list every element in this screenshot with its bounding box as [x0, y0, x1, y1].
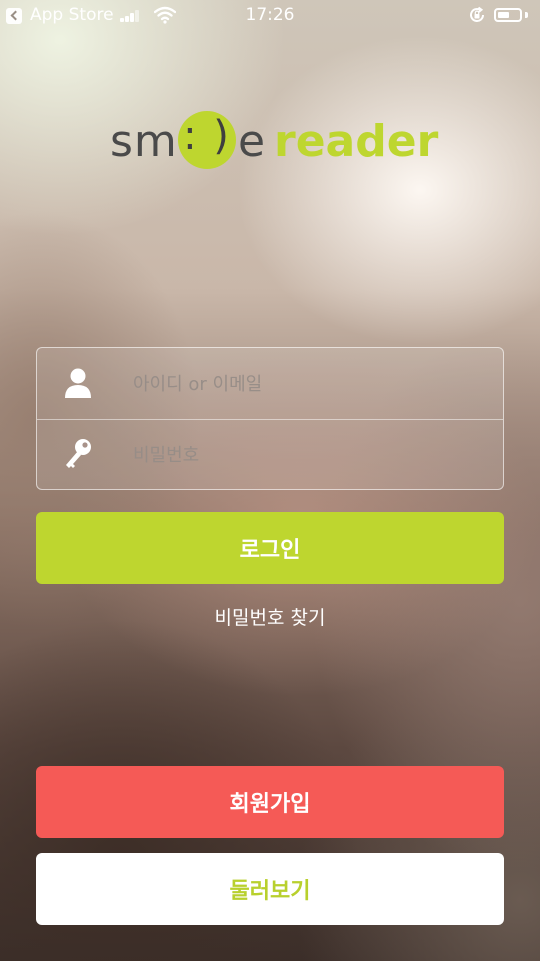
smilereader-logo: sm : ) e reader — [110, 108, 440, 172]
key-icon — [66, 439, 91, 468]
signup-button[interactable]: 회원가입 — [36, 766, 504, 838]
logo-face-text: : ) — [183, 113, 231, 159]
password-input[interactable] — [131, 437, 475, 473]
password-field-row[interactable] — [37, 419, 503, 490]
battery-icon — [494, 8, 522, 22]
status-time: 17:26 — [245, 5, 295, 25]
battery-tip — [525, 12, 528, 18]
login-button[interactable]: 로그인 — [36, 512, 504, 584]
login-screen: App Store 17:26 sm : ) e reader 아이디 or 이… — [0, 0, 540, 961]
logo-text-reader: reader — [274, 116, 439, 167]
browse-button[interactable]: 둘러보기 — [36, 853, 504, 925]
login-form — [36, 347, 504, 490]
smile-face-icon: : ) — [178, 111, 236, 169]
user-icon — [65, 368, 91, 398]
id-field-row[interactable] — [37, 348, 503, 420]
status-bar: App Store 17:26 — [0, 0, 540, 32]
battery-level — [498, 12, 509, 18]
rotation-lock-icon — [470, 6, 484, 22]
logo-text-e: e — [238, 116, 266, 167]
logo-text-sm: sm — [110, 116, 178, 167]
id-input[interactable] — [131, 366, 475, 402]
find-password-link[interactable]: 비밀번호 찾기 — [0, 603, 540, 630]
